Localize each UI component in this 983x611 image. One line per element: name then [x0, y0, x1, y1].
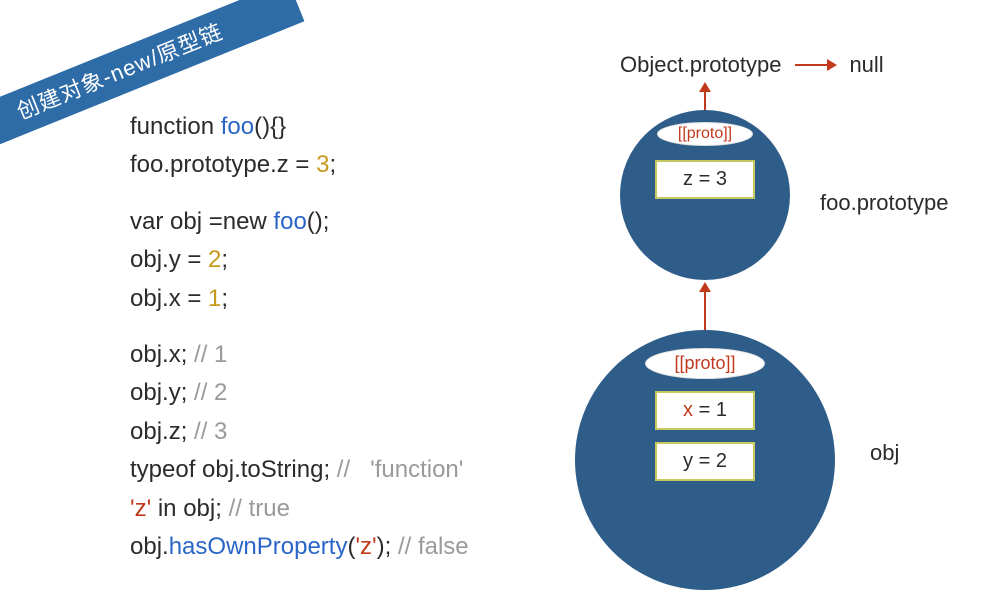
text: function — [130, 113, 221, 140]
code-line-4: obj.y = 2; — [130, 241, 550, 279]
top-labels: Object.prototype null — [620, 52, 884, 78]
text: ; — [329, 151, 336, 178]
code-line-3: var obj =new foo(); — [130, 203, 550, 241]
text: 3 — [316, 151, 329, 178]
text: obj.z; — [130, 418, 194, 445]
proto-oval: [[proto]] — [657, 122, 753, 146]
text: foo — [273, 208, 306, 235]
label-obj: obj — [870, 440, 899, 466]
text: // 'function' — [337, 456, 464, 483]
foo-prototype-circle: [[proto]] z = 3 — [620, 110, 790, 280]
proto-oval: [[proto]] — [645, 348, 764, 379]
text: 'z' — [130, 495, 151, 522]
arrow-right-icon — [795, 64, 835, 66]
text: z — [683, 168, 693, 190]
text: = 1 — [693, 399, 727, 421]
code-line-6: obj.x; // 1 — [130, 336, 550, 374]
text: = 3 — [693, 168, 727, 190]
text: foo — [221, 113, 254, 140]
label-null: null — [849, 52, 883, 78]
text: (){} — [254, 113, 286, 140]
text: // false — [398, 533, 469, 560]
code-line-11: obj.hasOwnProperty('z'); // false — [130, 528, 550, 566]
prototype-diagram: Object.prototype null [[proto]] z = 3 fo… — [540, 40, 970, 600]
code-block: function foo(){} foo.prototype.z = 3; va… — [130, 108, 550, 566]
text: in obj; — [151, 495, 228, 522]
text: typeof obj.toString; — [130, 456, 337, 483]
text: 2 — [208, 246, 221, 273]
code-line-8: obj.z; // 3 — [130, 413, 550, 451]
obj-circle: [[proto]] x = 1 y = 2 — [575, 330, 835, 590]
code-line-10: 'z' in obj; // true — [130, 490, 550, 528]
label-object-prototype: Object.prototype — [620, 52, 781, 78]
code-line-9: typeof obj.toString; // 'function' — [130, 451, 550, 489]
text: 'z' — [355, 533, 376, 560]
text: // 1 — [194, 341, 227, 368]
slot-z: z = 3 — [655, 160, 755, 199]
text: // 2 — [194, 379, 227, 406]
code-line-1: function foo(){} — [130, 108, 550, 146]
text: obj.y = — [130, 246, 208, 273]
text: obj.y; — [130, 379, 194, 406]
text: ; — [221, 246, 228, 273]
text: 1 — [208, 285, 221, 312]
text: obj. — [130, 533, 169, 560]
text: (); — [307, 208, 330, 235]
text: ); — [377, 533, 398, 560]
slot-x: x = 1 — [655, 391, 755, 430]
text: ; — [221, 285, 228, 312]
text: x — [683, 399, 693, 421]
code-line-5: obj.x = 1; — [130, 280, 550, 318]
code-line-2: foo.prototype.z = 3; — [130, 146, 550, 184]
label-foo-prototype: foo.prototype — [820, 190, 948, 216]
text: obj.x; — [130, 341, 194, 368]
text: var obj =new — [130, 208, 273, 235]
text: foo.prototype.z = — [130, 151, 316, 178]
text: hasOwnProperty — [169, 533, 348, 560]
slot-y: y = 2 — [655, 442, 755, 481]
text: // 3 — [194, 418, 227, 445]
text: // true — [229, 495, 290, 522]
text: obj.x = — [130, 285, 208, 312]
code-line-7: obj.y; // 2 — [130, 374, 550, 412]
